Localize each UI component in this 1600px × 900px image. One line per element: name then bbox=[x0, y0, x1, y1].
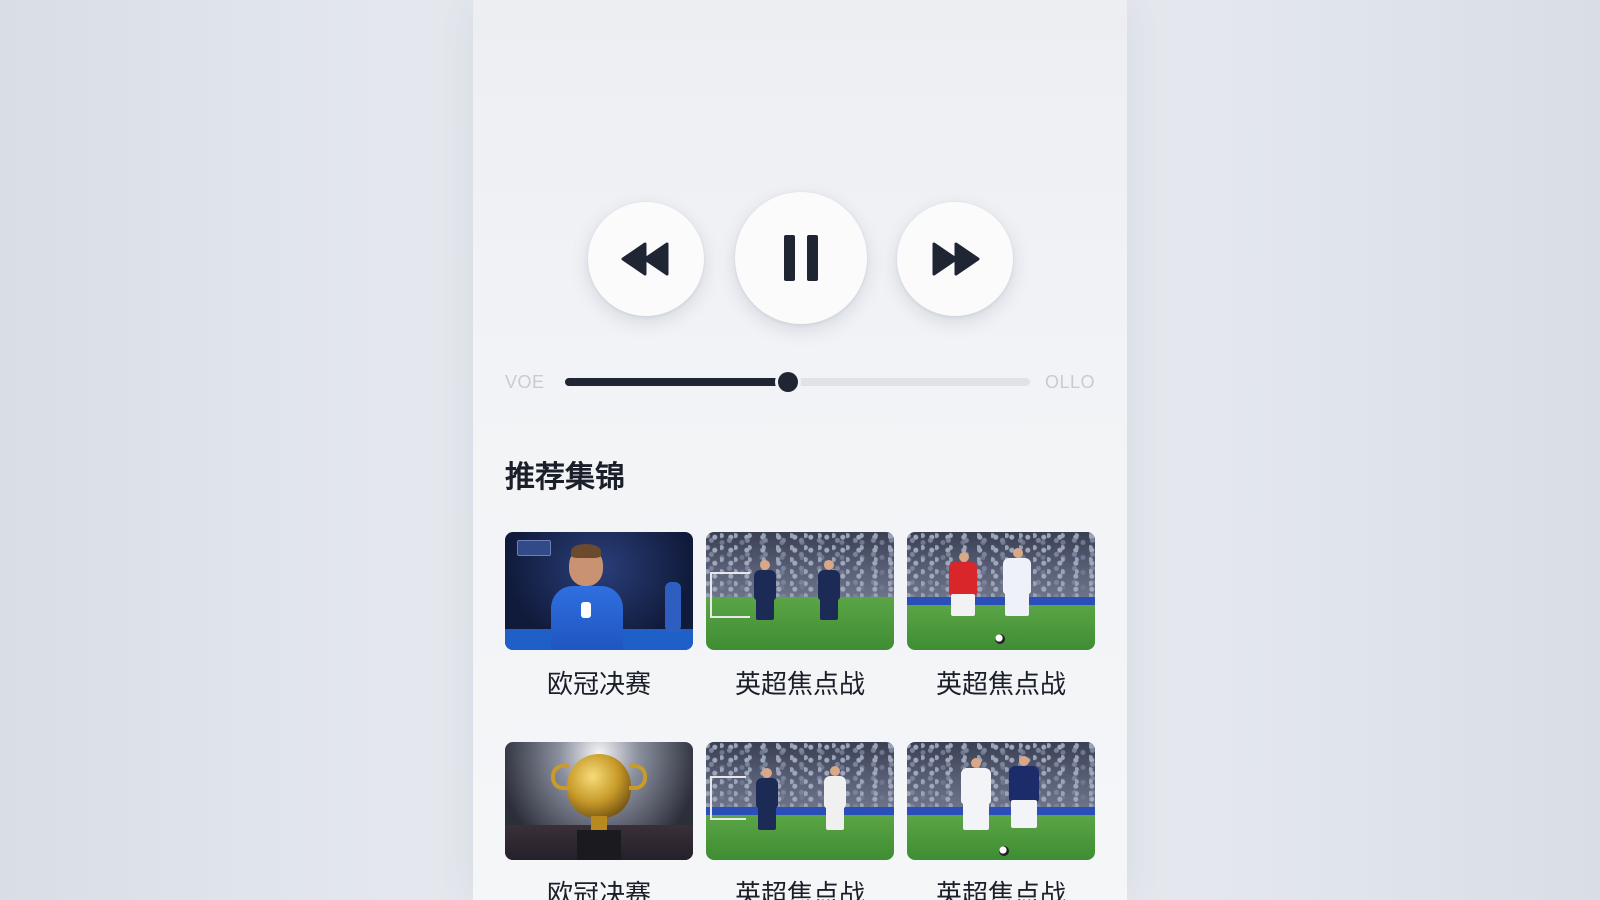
seek-track[interactable] bbox=[565, 372, 1030, 392]
highlight-title: 英超焦点战 bbox=[734, 670, 865, 700]
highlight-card[interactable]: 英超焦点战 bbox=[907, 742, 1095, 900]
player-screen: VOE OLLO 推荐集锦 欧冠决赛 英超焦点战 英超焦点战 欧冠决赛 英超焦点… bbox=[473, 0, 1127, 900]
highlight-thumbnail bbox=[505, 532, 693, 650]
highlight-card[interactable]: 英超焦点战 bbox=[706, 742, 894, 900]
elapsed-time: VOE bbox=[505, 372, 545, 392]
fast-forward-button[interactable] bbox=[897, 202, 1013, 316]
highlight-card[interactable]: 欧冠决赛 bbox=[505, 742, 693, 900]
pause-icon bbox=[784, 235, 818, 281]
highlight-title: 欧冠决赛 bbox=[546, 880, 651, 900]
highlight-thumbnail bbox=[907, 742, 1095, 860]
highlight-thumbnail bbox=[907, 532, 1095, 650]
highlight-thumbnail bbox=[706, 742, 894, 860]
rewind-icon bbox=[621, 242, 669, 276]
seek-fill bbox=[565, 378, 789, 386]
total-time: OLLO bbox=[1044, 372, 1095, 392]
progress-bar: VOE OLLO bbox=[473, 368, 1127, 396]
seek-thumb[interactable] bbox=[778, 372, 799, 392]
pause-button[interactable] bbox=[735, 192, 867, 324]
rewind-button[interactable] bbox=[588, 202, 704, 316]
highlight-title: 英超焦点战 bbox=[935, 880, 1066, 900]
playback-controls bbox=[473, 192, 1127, 324]
highlight-card[interactable]: 英超焦点战 bbox=[706, 532, 894, 701]
highlight-card[interactable]: 英超焦点战 bbox=[907, 532, 1095, 701]
highlight-title: 欧冠决赛 bbox=[546, 670, 651, 700]
highlight-thumbnail bbox=[706, 532, 894, 650]
highlight-title: 英超焦点战 bbox=[734, 880, 865, 900]
highlight-thumbnail bbox=[505, 742, 693, 860]
fast-forward-icon bbox=[932, 242, 980, 276]
highlight-title: 英超焦点战 bbox=[935, 670, 1066, 700]
highlight-card[interactable]: 欧冠决赛 bbox=[505, 532, 693, 701]
section-title: 推荐集锦 bbox=[505, 460, 625, 495]
